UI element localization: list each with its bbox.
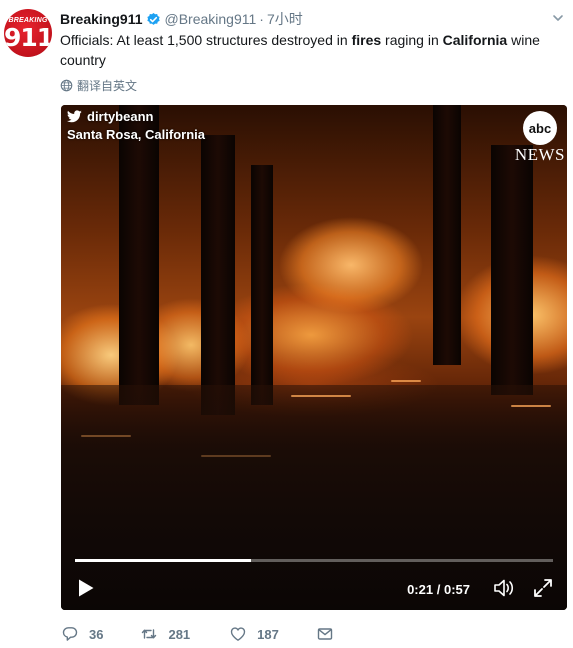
play-icon[interactable] bbox=[77, 578, 95, 598]
reply-icon bbox=[62, 627, 78, 641]
video-current-time: 0:21 bbox=[407, 582, 434, 597]
tweet-text-segment: raging in bbox=[381, 32, 443, 48]
like-icon bbox=[230, 627, 246, 641]
caret-down-icon[interactable] bbox=[552, 12, 564, 24]
direct-message-button[interactable] bbox=[317, 626, 344, 642]
ember-streak bbox=[511, 405, 551, 407]
globe-icon bbox=[60, 79, 73, 92]
tweet-timestamp[interactable]: 7小时 bbox=[267, 9, 303, 29]
video-timecode: 0:21 / 0:57 bbox=[407, 582, 470, 597]
tweet-header: Breaking911 @Breaking911 · 7小时 bbox=[60, 9, 303, 29]
account-handle[interactable]: @Breaking911 bbox=[165, 11, 257, 27]
fullscreen-icon[interactable] bbox=[532, 577, 554, 599]
video-progress-bar[interactable] bbox=[75, 559, 553, 562]
video-source-overlay: dirtybeann Santa Rosa, California bbox=[67, 109, 205, 142]
avatar-number: 911 bbox=[4, 23, 52, 52]
translate-link[interactable]: 翻译自英文 bbox=[60, 77, 137, 94]
tweet-actions: 36 281 187 bbox=[62, 622, 344, 646]
ember-streak bbox=[81, 435, 131, 437]
verified-badge-icon bbox=[146, 12, 160, 25]
reply-count: 36 bbox=[89, 626, 104, 642]
tweet-keyword: California bbox=[442, 32, 508, 48]
twitter-bird-icon bbox=[67, 110, 82, 123]
direct-message-icon bbox=[317, 628, 333, 640]
video-time-separator: / bbox=[436, 582, 441, 597]
network-logo: abc bbox=[523, 111, 557, 145]
tweet-keyword: fires bbox=[351, 32, 382, 48]
account-name[interactable]: Breaking911 bbox=[60, 11, 143, 27]
tweet-text-segment: Officials: At least 1,500 structures des… bbox=[60, 32, 352, 48]
video-player[interactable]: dirtybeann Santa Rosa, California abc NE… bbox=[61, 105, 567, 610]
tree-silhouette bbox=[491, 145, 533, 395]
volume-icon[interactable] bbox=[493, 578, 515, 598]
like-button[interactable]: 187 bbox=[230, 626, 279, 642]
ember-streak bbox=[391, 380, 421, 382]
tree-silhouette bbox=[433, 105, 461, 365]
like-count: 187 bbox=[257, 626, 279, 642]
tweet-text: Officials: At least 1,500 structures des… bbox=[60, 30, 560, 70]
video-duration: 0:57 bbox=[443, 582, 470, 597]
translate-label: 翻译自英文 bbox=[77, 79, 138, 93]
ember-streak bbox=[201, 455, 271, 457]
tree-silhouette bbox=[201, 135, 235, 415]
retweet-button[interactable]: 281 bbox=[141, 626, 190, 642]
video-source-handle: dirtybeann bbox=[87, 109, 154, 124]
tree-silhouette bbox=[119, 105, 159, 405]
reply-button[interactable]: 36 bbox=[62, 626, 103, 642]
header-separator: · bbox=[259, 11, 264, 27]
retweet-count: 281 bbox=[168, 626, 191, 642]
retweet-icon bbox=[142, 629, 157, 639]
avatar[interactable]: BREAKING 911 bbox=[4, 9, 52, 57]
video-progress-fill bbox=[75, 559, 251, 562]
tree-silhouette bbox=[251, 165, 273, 405]
video-location: Santa Rosa, California bbox=[67, 127, 205, 142]
video-controls: 0:21 / 0:57 bbox=[61, 540, 567, 610]
ember-streak bbox=[291, 395, 351, 397]
network-label: NEWS bbox=[514, 145, 565, 164]
